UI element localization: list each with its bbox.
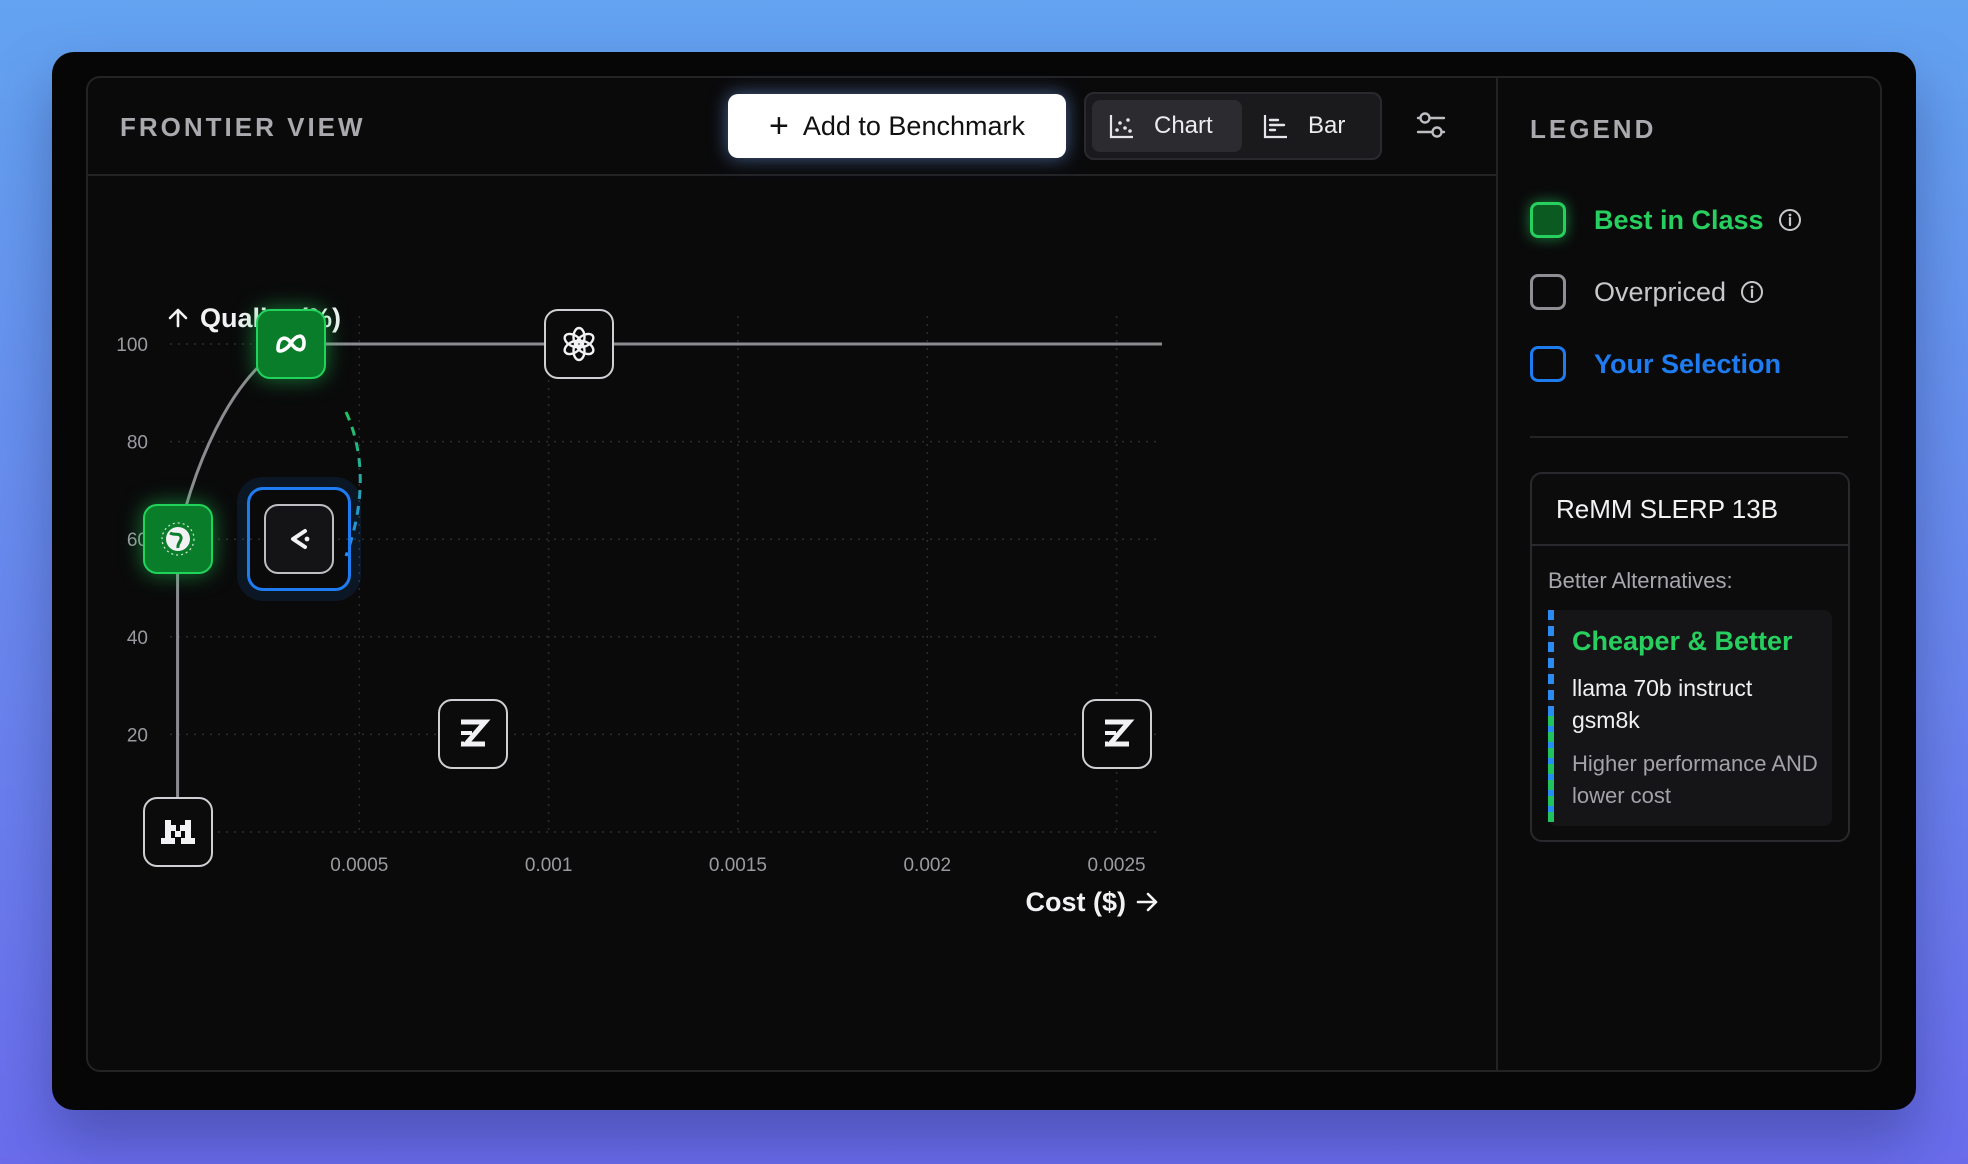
best-in-class-model-node[interactable] <box>256 309 327 379</box>
alternative-item[interactable]: Cheaper & Better llama 70b instruct gsm8… <box>1548 610 1832 826</box>
scatter-chart-icon <box>1109 115 1133 139</box>
alternatives-heading: Better Alternatives: <box>1548 568 1733 593</box>
alternative-model-name: llama 70b instruct gsm8k <box>1572 675 1753 733</box>
info-icon[interactable] <box>1778 208 1802 232</box>
x-tick-label: 0.002 <box>903 855 951 876</box>
frontier-chart: 100 80 60 40 20 0.0005 0.001 0.0015 0.002 0.0025 … <box>88 176 1496 1070</box>
app-window: FRONTIER VIEW + Add to Benchmark Chart B… <box>52 52 1916 1110</box>
add-to-benchmark-button[interactable]: + Add to Benchmark <box>728 94 1066 158</box>
y-tick-label: 80 <box>127 433 148 454</box>
x-tick-label: 0.0005 <box>330 855 388 876</box>
model-node[interactable] <box>142 797 213 867</box>
overpriced-swatch <box>1530 274 1566 310</box>
z-logo-icon <box>460 719 491 747</box>
selected-model-node[interactable] <box>263 504 334 575</box>
legend-pane: LEGEND Best in Class Overpriced Your Sel… <box>1496 78 1882 1070</box>
legend-label-selection: Your Selection <box>1594 348 1782 379</box>
mistral-icon <box>160 820 195 844</box>
x-axis-label: Cost ($) <box>1026 887 1127 917</box>
legend-title: LEGEND <box>1530 114 1657 144</box>
view-toggle: Chart Bar <box>1084 92 1382 160</box>
bar-chart-icon <box>1263 115 1287 139</box>
y-tick-label: 20 <box>127 725 148 746</box>
x-tick-label: 0.001 <box>525 855 573 876</box>
plus-icon: + <box>769 107 789 145</box>
alternative-description: Higher performance AND lower cost <box>1572 751 1818 808</box>
legend-item-overpriced[interactable]: Overpriced <box>1530 272 1764 312</box>
tab-chart[interactable]: Chart <box>1092 100 1242 152</box>
add-to-benchmark-label: Add to Benchmark <box>802 110 1025 141</box>
meta-icon <box>276 334 306 353</box>
page-title: FRONTIER VIEW <box>120 112 366 142</box>
tab-chart-label: Chart <box>1154 112 1213 139</box>
model-node[interactable] <box>437 699 508 770</box>
chart-header: FRONTIER VIEW + Add to Benchmark Chart B… <box>88 78 1496 176</box>
z-logo-icon <box>1104 719 1135 747</box>
tab-bar[interactable]: Bar <box>1246 100 1378 152</box>
model-node[interactable] <box>543 309 614 379</box>
x-tick-label: 0.0015 <box>709 855 767 876</box>
model-detail-card: ReMM SLERP 13B Better Alternatives: Chea… <box>1530 472 1850 842</box>
info-icon[interactable] <box>1740 280 1764 304</box>
chevron-left-icon <box>290 529 310 550</box>
card-header: ReMM SLERP 13B <box>1532 474 1848 546</box>
tab-bar-label: Bar <box>1308 112 1346 139</box>
legend-item-best-in-class[interactable]: Best in Class <box>1530 200 1802 240</box>
legend-item-your-selection[interactable]: Your Selection <box>1530 344 1795 384</box>
your-selection-swatch <box>1530 346 1566 382</box>
globe-icon <box>160 522 195 556</box>
arrow-up-icon <box>168 308 188 328</box>
chart-pane: FRONTIER VIEW + Add to Benchmark Chart B… <box>88 78 1496 1070</box>
arrow-right-icon <box>1136 892 1158 912</box>
best-in-class-swatch <box>1530 202 1566 238</box>
y-tick-label: 40 <box>127 628 148 649</box>
legend-divider <box>1530 436 1848 438</box>
openai-icon <box>563 326 595 362</box>
model-node[interactable] <box>1081 699 1152 770</box>
x-tick-label: 0.0025 <box>1088 855 1146 876</box>
legend-label-overpriced: Overpriced <box>1594 276 1727 307</box>
best-in-class-model-node[interactable] <box>142 504 213 575</box>
y-tick-label: 100 <box>116 335 148 356</box>
alternative-title: Cheaper & Better <box>1572 626 1793 656</box>
legend-label-best: Best in Class <box>1594 204 1764 235</box>
model-name: ReMM SLERP 13B <box>1556 494 1779 524</box>
alternative-indicator-green <box>1548 716 1554 826</box>
frontier-panel: FRONTIER VIEW + Add to Benchmark Chart B… <box>86 76 1882 1072</box>
settings-sliders-icon[interactable] <box>1414 108 1448 142</box>
